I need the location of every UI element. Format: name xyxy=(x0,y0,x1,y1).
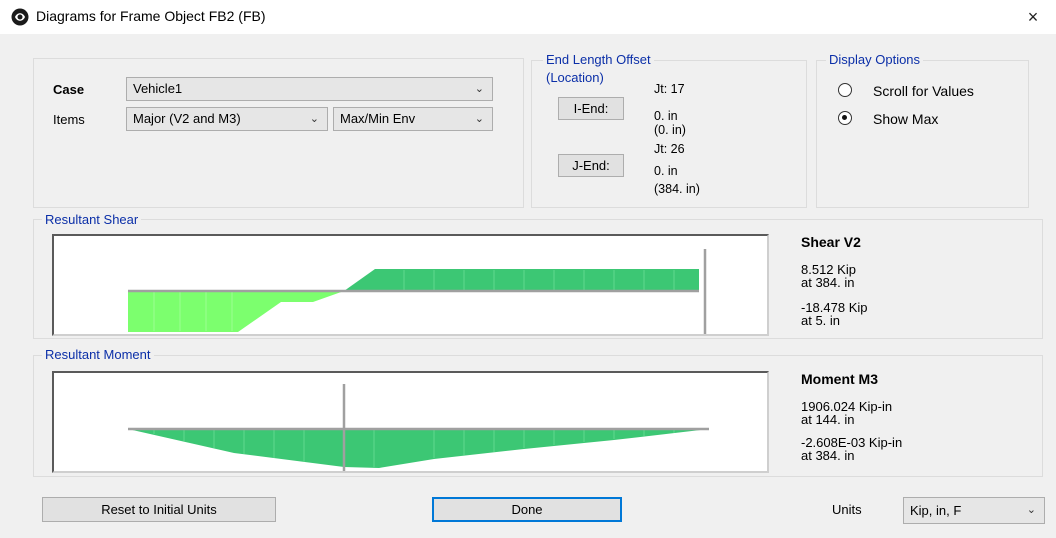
done-button[interactable]: Done xyxy=(432,497,622,522)
i-end-location: (0. in) xyxy=(654,123,686,137)
i-end-offset: 0. in xyxy=(654,109,678,123)
case-select-value: Vehicle1 xyxy=(133,81,183,96)
end-offset-subtitle: (Location) xyxy=(543,70,607,85)
shear-group-title: Resultant Shear xyxy=(42,212,142,227)
j-end-offset: 0. in xyxy=(654,164,678,178)
shear-heading: Shear V2 xyxy=(801,234,861,250)
moment-group-title: Resultant Moment xyxy=(42,347,154,362)
case-select[interactable]: Vehicle1 ⌄ xyxy=(126,77,493,101)
items-label: Items xyxy=(53,112,85,127)
i-end-joint: Jt: 17 xyxy=(654,82,685,96)
scroll-radio[interactable] xyxy=(838,83,852,97)
moment-min-location: at 384. in xyxy=(801,448,855,463)
j-end-joint: Jt: 26 xyxy=(654,142,685,156)
show-max-radio[interactable] xyxy=(838,111,852,125)
chevron-down-icon: ⌄ xyxy=(1026,504,1036,516)
shear-min-location: at 5. in xyxy=(801,313,841,328)
items-envelope-select[interactable]: Max/Min Env ⌄ xyxy=(333,107,493,131)
scroll-radio-label[interactable]: Scroll for Values xyxy=(873,83,974,99)
radio-selected-dot xyxy=(842,115,847,120)
window-title: Diagrams for Frame Object FB2 (FB) xyxy=(36,8,266,24)
shear-diagram[interactable] xyxy=(52,234,769,336)
title-bar: Diagrams for Frame Object FB2 (FB) × xyxy=(0,0,1056,34)
items-component-select[interactable]: Major (V2 and M3) ⌄ xyxy=(126,107,328,131)
case-label: Case xyxy=(53,82,85,97)
items-component-value: Major (V2 and M3) xyxy=(133,111,241,126)
show-max-radio-label[interactable]: Show Max xyxy=(873,111,938,127)
display-options-title: Display Options xyxy=(826,52,924,67)
shear-positive-region xyxy=(344,269,699,291)
moment-diagram[interactable] xyxy=(52,371,769,473)
moment-heading: Moment M3 xyxy=(801,371,878,387)
chevron-down-icon: ⌄ xyxy=(474,83,484,95)
dialog-body: Case Vehicle1 ⌄ Items Major (V2 and M3) … xyxy=(0,34,1056,538)
units-select-value: Kip, in, F xyxy=(910,503,962,518)
reset-units-button[interactable]: Reset to Initial Units xyxy=(42,497,276,522)
units-select[interactable]: Kip, in, F ⌄ xyxy=(903,497,1045,524)
shear-diagram-plot xyxy=(128,249,707,334)
shear-max-location: at 384. in xyxy=(801,275,855,290)
items-envelope-value: Max/Min Env xyxy=(340,111,416,126)
j-end-button[interactable]: J-End: xyxy=(558,154,624,177)
moment-max-location: at 144. in xyxy=(801,412,855,427)
shear-negative-region xyxy=(128,291,344,332)
moment-region xyxy=(128,429,709,468)
chevron-down-icon: ⌄ xyxy=(474,113,484,125)
end-offset-title: End Length Offset xyxy=(543,52,654,67)
moment-diagram-plot xyxy=(128,384,709,471)
units-label: Units xyxy=(832,502,862,517)
app-logo-icon xyxy=(11,8,29,26)
chevron-down-icon: ⌄ xyxy=(309,113,319,125)
close-button[interactable]: × xyxy=(1016,4,1050,30)
j-end-location: (384. in) xyxy=(654,182,700,196)
i-end-button[interactable]: I-End: xyxy=(558,97,624,120)
